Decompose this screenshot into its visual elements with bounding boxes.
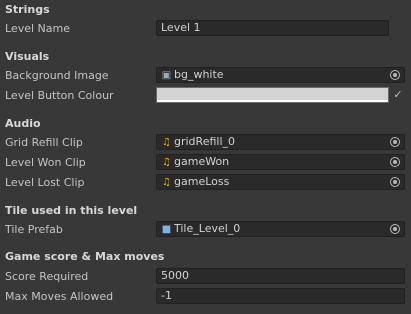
audio-clip-icon: ♫ [162, 157, 171, 168]
alpha-bar [157, 100, 388, 102]
object-picker-icon[interactable] [390, 157, 400, 167]
object-picker-icon[interactable] [390, 177, 400, 187]
tile-prefab-label: Tile Prefab [5, 223, 63, 236]
tile-prefab-value: Tile_Level_0 [174, 222, 241, 235]
section-header-strings: Strings [5, 3, 50, 16]
tile-prefab-field[interactable]: ■ Tile_Level_0 [156, 221, 405, 237]
prefab-icon: ■ [161, 224, 172, 235]
eyedropper-icon[interactable]: ✓ [390, 87, 406, 103]
level-name-label: Level Name [5, 22, 70, 35]
object-picker-icon[interactable] [390, 224, 400, 234]
level-won-clip-field[interactable]: ♫ gameWon [156, 154, 405, 170]
max-moves-label: Max Moves Allowed [5, 290, 114, 303]
level-button-colour-label: Level Button Colour [5, 89, 114, 102]
max-moves-input[interactable]: -1 [156, 288, 405, 304]
object-picker-icon[interactable] [390, 70, 400, 80]
section-header-score: Game score & Max moves [5, 250, 165, 263]
background-image-value: bg_white [174, 68, 224, 81]
section-header-tile: Tile used in this level [5, 204, 138, 217]
level-button-colour-swatch[interactable] [156, 87, 389, 103]
background-image-label: Background Image [5, 69, 109, 82]
score-required-label: Score Required [5, 270, 89, 283]
grid-refill-clip-value: gridRefill_0 [174, 135, 235, 148]
grid-refill-clip-label: Grid Refill Clip [5, 136, 83, 149]
object-picker-icon[interactable] [390, 137, 400, 147]
level-lost-clip-field[interactable]: ♫ gameLoss [156, 174, 405, 190]
audio-clip-icon: ♫ [162, 137, 171, 148]
sprite-icon: ▣ [161, 70, 172, 81]
level-won-clip-value: gameWon [174, 155, 230, 168]
grid-refill-clip-field[interactable]: ♫ gridRefill_0 [156, 134, 405, 150]
section-header-visuals: Visuals [5, 50, 50, 63]
level-lost-clip-label: Level Lost Clip [5, 176, 85, 189]
level-won-clip-label: Level Won Clip [5, 156, 86, 169]
score-required-input[interactable]: 5000 [156, 268, 405, 284]
level-lost-clip-value: gameLoss [174, 175, 230, 188]
level-name-input[interactable]: Level 1 [156, 20, 389, 36]
section-header-audio: Audio [5, 117, 41, 130]
audio-clip-icon: ♫ [162, 177, 171, 188]
background-image-field[interactable]: ▣ bg_white [156, 67, 405, 83]
